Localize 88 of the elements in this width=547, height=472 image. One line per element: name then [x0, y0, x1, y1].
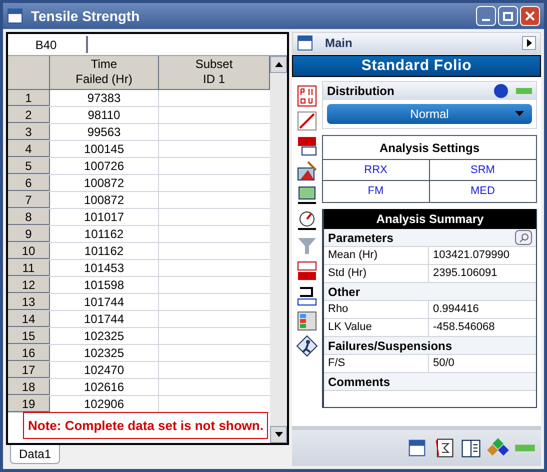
- row-number[interactable]: 11: [8, 260, 50, 276]
- note-callout: Note: Complete data set is not shown.: [23, 412, 268, 439]
- table-cell: 97383: [50, 90, 159, 106]
- summary-value: 103421.079990: [432, 248, 510, 263]
- table-cell: 100726: [50, 158, 159, 174]
- table-cell: 101162: [50, 226, 159, 242]
- table-cell: 101453: [50, 260, 159, 276]
- scrollbar[interactable]: [270, 56, 287, 443]
- sheet-tab[interactable]: Data1: [10, 445, 60, 464]
- expand-button[interactable]: [522, 36, 536, 50]
- table-cell: 100872: [50, 175, 159, 191]
- status-bar-icon: [516, 88, 532, 94]
- document-icon: [297, 35, 313, 51]
- chart-wand-icon[interactable]: [296, 160, 318, 182]
- colored-table-icon[interactable]: [296, 310, 318, 332]
- row-number[interactable]: 12: [8, 277, 50, 293]
- close-icon: [525, 11, 535, 21]
- distribution-title: Distribution: [327, 83, 394, 100]
- table-cell: 100872: [50, 192, 159, 208]
- row-number[interactable]: 4: [8, 141, 50, 157]
- panel-title: Main: [325, 35, 352, 52]
- row-number[interactable]: 10: [8, 243, 50, 259]
- summary-value: 2395.106091: [432, 266, 498, 281]
- row-number[interactable]: 7: [8, 192, 50, 208]
- table-cell: 102616: [50, 379, 159, 395]
- table-cell: 101744: [50, 294, 159, 310]
- settings-option[interactable]: RRX: [323, 160, 430, 181]
- row-number[interactable]: 15: [8, 328, 50, 344]
- close-button[interactable]: [520, 6, 540, 26]
- row-number[interactable]: 17: [8, 362, 50, 378]
- window-title: Tensile Strength: [31, 6, 140, 26]
- row-number[interactable]: 16: [8, 345, 50, 361]
- row-number[interactable]: 2: [8, 107, 50, 123]
- minimize-button[interactable]: [476, 6, 496, 26]
- summary-title: Analysis Summary: [324, 209, 536, 229]
- table-cell: 102470: [50, 362, 159, 378]
- settings-option[interactable]: SRM: [430, 160, 536, 181]
- summary-value: 50/0: [432, 356, 456, 371]
- row-number[interactable]: 3: [8, 124, 50, 140]
- settings-option[interactable]: MED: [430, 181, 536, 202]
- caret-icon: [526, 39, 532, 47]
- table-cell: 102325: [50, 345, 159, 361]
- section-title: Parameters: [328, 230, 394, 246]
- table-cell: 101598: [50, 277, 159, 293]
- section-title: Comments: [328, 374, 390, 390]
- minimize-icon: [482, 19, 490, 21]
- table-cell: 100145: [50, 141, 159, 157]
- row-number[interactable]: 19: [8, 396, 50, 412]
- section-title: Other: [328, 284, 360, 300]
- summary-label: LK Value: [324, 319, 429, 336]
- settings-title: Analysis Settings: [323, 136, 536, 160]
- table-cell: 99563: [50, 124, 159, 140]
- table-cell: 101017: [50, 209, 159, 225]
- plot-icon[interactable]: [296, 110, 318, 132]
- settings-option[interactable]: FM: [323, 181, 430, 202]
- table-cell: 98110: [50, 107, 159, 123]
- row-number[interactable]: 13: [8, 294, 50, 310]
- dropdown-arrow-icon: [515, 111, 524, 116]
- summary-value: 0.994416: [432, 302, 480, 317]
- summary-label: Rho: [324, 301, 429, 318]
- table-cell: 102325: [50, 328, 159, 344]
- summary-label: F/S: [324, 355, 429, 372]
- folio-banner: Standard Folio: [292, 55, 541, 77]
- search-icon[interactable]: [515, 230, 532, 245]
- summary-label: Mean (Hr): [324, 247, 429, 264]
- maximize-button[interactable]: [498, 6, 518, 26]
- document-icon: [7, 8, 23, 24]
- maximize-icon: [503, 12, 513, 20]
- scroll-up-icon: [274, 62, 282, 67]
- section-title: Failures/Suspensions: [328, 338, 452, 354]
- table-cell: 101162: [50, 243, 159, 259]
- row-number[interactable]: 6: [8, 175, 50, 191]
- row-number[interactable]: 14: [8, 311, 50, 327]
- column-header[interactable]: Time Failed (Hr): [50, 56, 159, 89]
- table-cell: 101744: [50, 311, 159, 327]
- info-icon[interactable]: [494, 84, 508, 98]
- distribution-dropdown[interactable]: Normal: [327, 104, 532, 124]
- summary-label: Std (Hr): [324, 265, 429, 282]
- gauge-icon[interactable]: [296, 210, 318, 232]
- row-number[interactable]: 9: [8, 226, 50, 242]
- row-number[interactable]: 1: [8, 90, 50, 106]
- row-number[interactable]: 8: [8, 209, 50, 225]
- summary-value: -458.546068: [432, 320, 496, 335]
- row-number[interactable]: 5: [8, 158, 50, 174]
- cell-reference: B40: [34, 36, 58, 54]
- runner-icon[interactable]: [296, 335, 318, 357]
- row-number[interactable]: 18: [8, 379, 50, 395]
- scroll-down-icon: [274, 432, 282, 437]
